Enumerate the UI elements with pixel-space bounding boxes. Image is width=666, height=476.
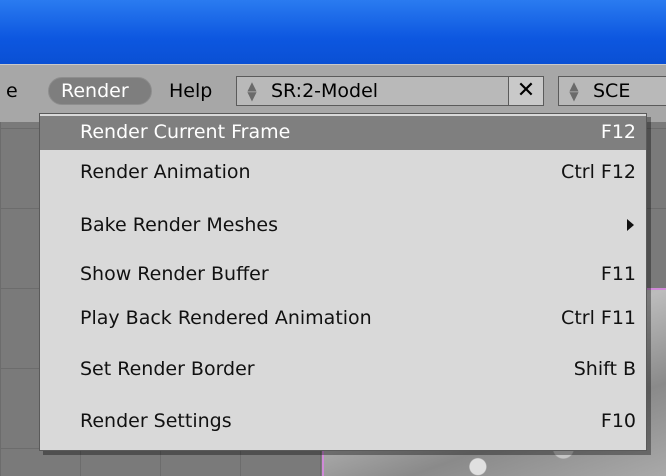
menu-item-label: Render Settings <box>80 410 232 432</box>
menu-item-label: Render Current Frame <box>80 121 291 143</box>
scene-name-field[interactable]: SCE <box>593 79 630 103</box>
menu-render-label: Render <box>61 80 129 102</box>
menu-item-render-animation[interactable]: Render Animation Ctrl F12 <box>40 156 646 190</box>
menu-item-set-render-border[interactable]: Set Render Border Shift B <box>40 353 646 387</box>
menu-help[interactable]: Help <box>169 79 212 103</box>
menu-file-partial[interactable]: e <box>6 79 18 103</box>
close-icon[interactable]: ✕ <box>508 76 544 106</box>
menu-item-render-current-frame[interactable]: Render Current Frame F12 <box>40 116 646 150</box>
shortcut-label: Ctrl F12 <box>561 161 636 183</box>
shortcut-label: F11 <box>600 263 636 285</box>
screen-selector[interactable]: ▲ ▼ SR:2-Model <box>236 76 510 106</box>
menu-item-show-render-buffer[interactable]: Show Render Buffer F11 <box>40 258 646 292</box>
triangle-right-icon <box>627 219 634 231</box>
shortcut-label: F10 <box>600 410 636 432</box>
shortcut-label: F12 <box>600 121 636 143</box>
menu-item-label: Play Back Rendered Animation <box>80 307 372 329</box>
up-down-arrows-icon[interactable]: ▲ ▼ <box>243 80 261 102</box>
shortcut-label: Ctrl F11 <box>561 307 636 329</box>
menu-item-label: Set Render Border <box>80 358 255 380</box>
menu-item-play-back-rendered-animation[interactable]: Play Back Rendered Animation Ctrl F11 <box>40 302 646 336</box>
menu-item-label: Bake Render Meshes <box>80 214 279 236</box>
title-bar <box>0 0 666 64</box>
screen-name-field[interactable]: SR:2-Model <box>271 79 378 103</box>
menu-item-render-settings[interactable]: Render Settings F10 <box>40 405 646 439</box>
scene-selector[interactable]: ▲ ▼ SCE <box>558 76 666 106</box>
menu-item-label: Show Render Buffer <box>80 263 269 285</box>
menu-item-bake-render-meshes[interactable]: Bake Render Meshes <box>40 209 646 243</box>
shortcut-label: Shift B <box>573 358 636 380</box>
menu-item-label: Render Animation <box>80 161 251 183</box>
up-down-arrows-icon[interactable]: ▲ ▼ <box>565 80 583 102</box>
menu-render[interactable]: Render <box>48 77 152 105</box>
render-dropdown-menu: Render Current Frame F12 Render Animatio… <box>39 113 647 451</box>
